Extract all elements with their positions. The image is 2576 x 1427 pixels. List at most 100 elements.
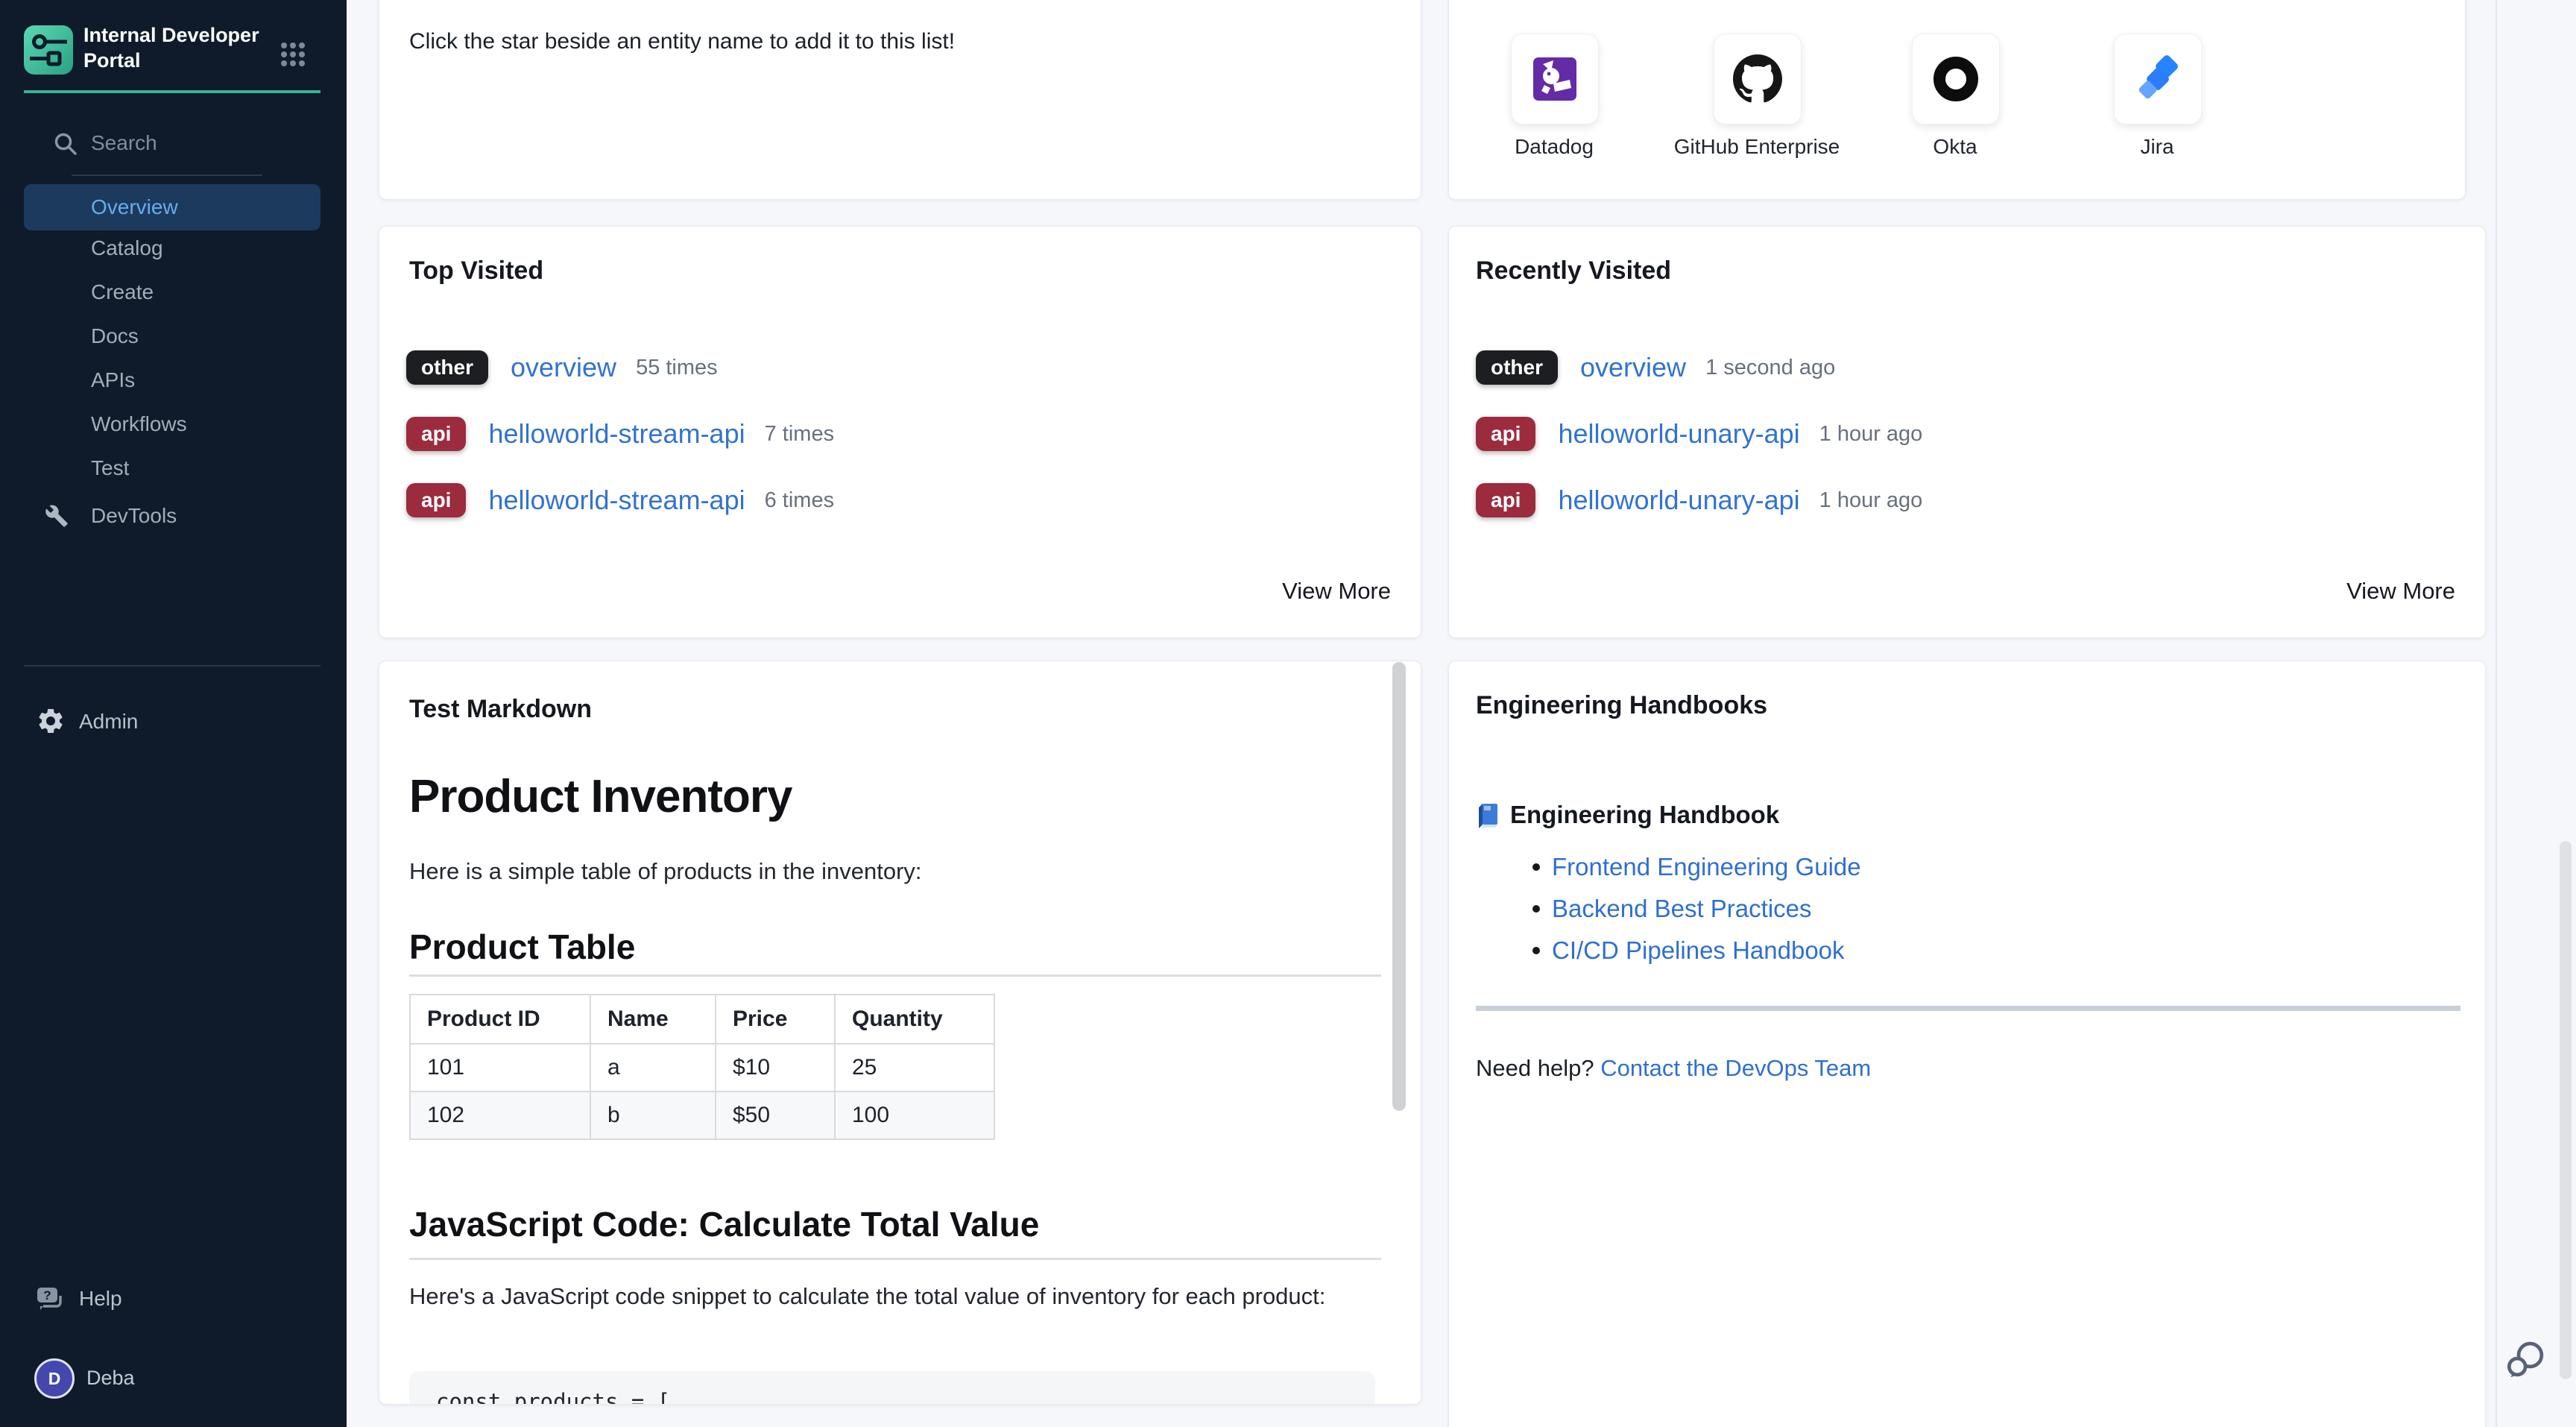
- markdown-h2: Product Table: [409, 927, 635, 967]
- top-visited-card: Top Visited other overview 55 times api …: [379, 226, 1421, 638]
- sidebar-item-test[interactable]: Test: [24, 447, 321, 490]
- search-input[interactable]: Search: [0, 123, 347, 165]
- entity-link[interactable]: overview: [511, 352, 616, 383]
- visit-time: 1 hour ago: [1819, 488, 1923, 513]
- bullet-dot: [1532, 905, 1540, 913]
- content-edge-line: [2496, 0, 2497, 1427]
- sidebar-item-create[interactable]: Create: [24, 271, 321, 314]
- bullet-dot: [1532, 863, 1540, 871]
- markdown-h1: Product Inventory: [409, 770, 792, 823]
- sidebar-item-apis[interactable]: APIs: [24, 359, 321, 402]
- help-prefix: Need help?: [1476, 1055, 1600, 1081]
- gear-icon: [36, 706, 66, 736]
- visit-count: 6 times: [765, 488, 834, 513]
- search-icon: [52, 130, 80, 159]
- page-scrollbar-thumb[interactable]: [2560, 841, 2572, 1379]
- toolkit-tile-jira[interactable]: [2114, 34, 2202, 125]
- table-row: 102 b $50 100: [410, 1091, 994, 1139]
- heading-rule: [409, 974, 1381, 977]
- card-title: Engineering Handbooks: [1476, 691, 1767, 720]
- handbook-link[interactable]: Frontend Engineering Guide: [1552, 853, 1861, 881]
- entity-link[interactable]: helloworld-unary-api: [1558, 418, 1799, 450]
- kind-badge: api: [1476, 417, 1535, 451]
- toolkit-label: Datadog: [1448, 135, 1666, 159]
- visit-time: 1 second ago: [1705, 356, 1835, 380]
- sidebar-item-catalog[interactable]: Catalog: [24, 227, 321, 270]
- admin-label: Admin: [79, 700, 138, 743]
- test-markdown-card: Test Markdown Product Inventory Here is …: [379, 661, 1421, 1405]
- handbook-section-title: Engineering Handbook: [1510, 801, 1779, 829]
- sidebar-item-docs[interactable]: Docs: [24, 315, 321, 358]
- sidebar-item-overview[interactable]: Overview: [24, 184, 321, 230]
- accent-divider: [24, 90, 321, 93]
- engineering-handbooks-card: Engineering Handbooks Engineering Handbo…: [1448, 661, 2486, 1427]
- toolkit-card: Datadog GitHub Enterprise Okta Jira: [1448, 0, 2466, 200]
- entity-link[interactable]: helloworld-stream-api: [488, 485, 745, 516]
- okta-logo: [1933, 57, 1978, 101]
- sidebar-item-help[interactable]: ? Help: [24, 1277, 321, 1320]
- sidebar-item-workflows[interactable]: Workflows: [24, 403, 321, 446]
- handbook-link[interactable]: CI/CD Pipelines Handbook: [1552, 936, 1845, 965]
- section-divider: [1476, 1006, 2460, 1011]
- feedback-chat-icon[interactable]: [2504, 1338, 2548, 1381]
- toolkit-tile-okta[interactable]: [1912, 34, 2000, 125]
- handbook-link[interactable]: Backend Best Practices: [1552, 895, 1812, 923]
- jira-logo: [2134, 55, 2182, 103]
- apps-grid-icon[interactable]: [279, 40, 307, 69]
- card-title: Recently Visited: [1476, 256, 1671, 286]
- card-scrollbar-thumb[interactable]: [1392, 662, 1406, 1111]
- kind-badge: other: [406, 350, 488, 385]
- toolkit-tile-datadog[interactable]: [1511, 34, 1599, 125]
- search-underline: [72, 174, 262, 176]
- visited-row: api helloworld-stream-api 6 times: [406, 478, 834, 523]
- sidebar-item-devtools[interactable]: DevTools: [24, 494, 321, 538]
- card-title: Top Visited: [409, 256, 543, 286]
- table-header-row: Product ID Name Price Quantity: [410, 995, 994, 1044]
- entity-link[interactable]: helloworld-unary-api: [1558, 485, 1799, 516]
- visited-row: api helloworld-unary-api 1 hour ago: [1476, 478, 1922, 523]
- starred-empty-message: Click the star beside an entity name to …: [409, 29, 955, 54]
- card-title: Test Markdown: [409, 695, 592, 724]
- view-more-link[interactable]: View More: [2346, 578, 2455, 605]
- sidebar-user[interactable]: D Deba: [24, 1355, 321, 1400]
- visited-row: other overview 55 times: [406, 345, 718, 390]
- app-title: Internal Developer Portal: [83, 22, 262, 73]
- entity-link[interactable]: overview: [1580, 352, 1686, 383]
- kind-badge: other: [1476, 350, 1558, 385]
- kind-badge: api: [406, 417, 466, 451]
- github-logo: [1733, 54, 1782, 104]
- help-line: Need help? Contact the DevOps Team: [1476, 1055, 1871, 1082]
- table-row: 101 a $10 25: [410, 1044, 994, 1091]
- contact-devops-link[interactable]: Contact the DevOps Team: [1600, 1055, 1871, 1081]
- portal-logo-icon: [24, 25, 73, 75]
- visited-row: other overview 1 second ago: [1476, 345, 1835, 390]
- handbook-list-item: CI/CD Pipelines Handbook: [1532, 936, 1845, 965]
- markdown-paragraph: Here is a simple table of products in th…: [409, 851, 922, 892]
- visited-row: api helloworld-unary-api 1 hour ago: [1476, 412, 1922, 456]
- view-more-link[interactable]: View More: [1282, 578, 1391, 605]
- heading-rule: [409, 1258, 1381, 1260]
- product-table: Product ID Name Price Quantity 101 a $10…: [409, 994, 995, 1140]
- entity-link[interactable]: helloworld-stream-api: [488, 418, 745, 450]
- svg-text:?: ?: [43, 1288, 51, 1302]
- toolkit-tile-github[interactable]: [1714, 34, 1802, 125]
- sidebar-item-admin[interactable]: Admin: [24, 700, 321, 743]
- book-icon: [1476, 801, 1500, 828]
- markdown-h2: JavaScript Code: Calculate Total Value: [409, 1204, 1039, 1244]
- search-placeholder: Search: [91, 131, 157, 155]
- handbook-list-item: Backend Best Practices: [1532, 894, 1812, 924]
- avatar: D: [34, 1358, 75, 1399]
- wrench-icon: [45, 504, 69, 528]
- toolkit-label: Okta: [1843, 135, 2067, 159]
- bullet-dot: [1532, 947, 1540, 954]
- markdown-paragraph: Here's a JavaScript code snippet to calc…: [409, 1276, 1401, 1317]
- kind-badge: api: [406, 483, 466, 517]
- datadog-logo: [1531, 55, 1579, 103]
- toolkit-label: Jira: [2045, 135, 2269, 159]
- visit-count: 55 times: [636, 356, 718, 380]
- sidebar-divider: [24, 665, 321, 667]
- visit-time: 1 hour ago: [1819, 422, 1923, 447]
- user-name: Deba: [86, 1355, 135, 1400]
- handbook-list-item: Frontend Engineering Guide: [1532, 852, 1861, 882]
- kind-badge: api: [1476, 483, 1535, 517]
